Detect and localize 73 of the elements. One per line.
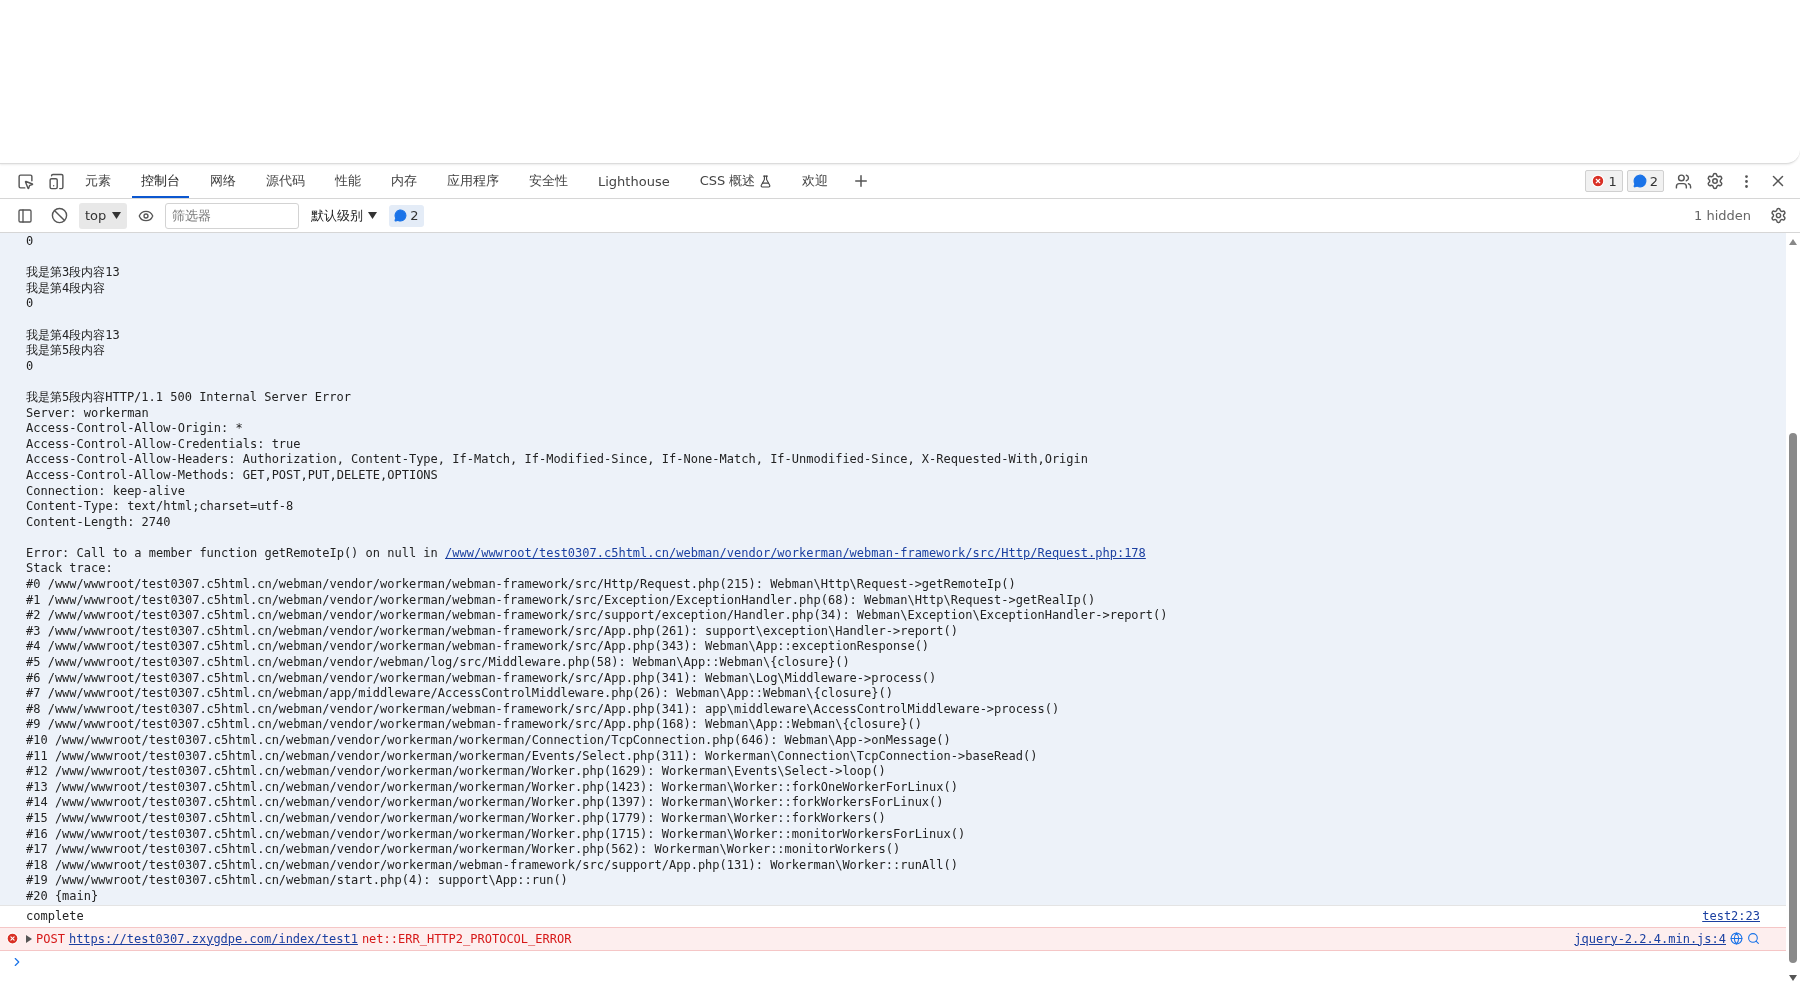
caret-icon xyxy=(368,212,378,219)
message-icon xyxy=(1632,174,1647,188)
log-line: #4 /www/wwwroot/test0307.c5html.cn/webman/vendor/workerman/webman-framework/src/App.php(343): Webman\App::exceptionResponse() xyxy=(26,639,931,656)
log-line: #0 /www/wwwroot/test0307.c5html.cn/webman/vendor/workerman/webman-framework/src/Http/Request.php(215): Webman\Http\Request->getRemoteIp() xyxy=(26,577,1017,593)
devtools-tab[interactable]: 源代码 xyxy=(257,164,314,198)
error-count-button[interactable]: 1 xyxy=(1585,170,1623,192)
log-line: 我是第4段内容 xyxy=(26,280,107,297)
log-line: Access-Control-Allow-Methods: GET,POST,PUT,DELETE,OPTIONS xyxy=(26,467,439,484)
log-line: #18 /www/wwwroot/test0307.c5html.cn/webman/vendor/workerman/webman-framework/src/support/App.php(131): Workerman\Worker::runAll() xyxy=(26,857,959,874)
log-line: #9 /www/wwwroot/test0307.c5html.cn/webman/vendor/workerman/webman-framework/src/App.php(168): Webman\App::Webman\{closure}() xyxy=(26,717,923,733)
log-line: Stack trace: xyxy=(26,561,114,578)
devtools-tab[interactable]: 元素 xyxy=(76,164,120,198)
caret-icon xyxy=(112,212,122,219)
devtools-tab[interactable]: 性能 xyxy=(326,164,370,198)
search-icon[interactable] xyxy=(1747,932,1760,946)
devtools-tab[interactable]: CSS 概述 xyxy=(690,164,782,198)
log-line: #20 {main} xyxy=(26,888,100,905)
message-text: complete xyxy=(26,909,84,924)
log-line: Error: Call to a member function getRemoteIp() on null in xyxy=(26,545,439,560)
log-line: Content-Length: 2740 xyxy=(26,514,172,531)
log-line: #19 /www/wwwroot/test0307.c5html.cn/webman/start.php(4): support\App::run() xyxy=(26,873,569,889)
log-line: Content-Type: text/html;charset=utf-8 xyxy=(26,499,295,515)
request-url-link[interactable]: https://test0307.zxygdpe.com/index/test1 xyxy=(68,931,358,946)
log-line: #15 /www/wwwroot/test0307.c5html.cn/webman/vendor/workerman/workerman/Worker.php(1779): Workerman\Worker::forkWorkers() xyxy=(26,810,887,827)
devtools-tab[interactable]: 控制台 xyxy=(132,164,189,198)
log-line: 0 xyxy=(26,296,35,312)
message-count-badge[interactable]: 2 xyxy=(389,204,424,227)
log-line: #17 /www/wwwroot/test0307.c5html.cn/webman/vendor/workerman/workerman/Worker.php(562): Workerman\Worker::monitorWorkers() xyxy=(26,842,902,858)
log-line: 0 xyxy=(26,234,35,250)
log-line: #3 /www/wwwroot/test0307.c5html.cn/webman/vendor/workerman/webman-framework/src/App.php(261): support\exception\Handler->report() xyxy=(26,623,959,640)
log-line: #10 /www/wwwroot/test0307.c5html.cn/webman/vendor/workerman/workerman/Connection/TcpConnection.php(646): Webman\App->onMessage() xyxy=(26,733,952,749)
error-icon xyxy=(6,932,19,946)
log-line: #5 /www/wwwroot/test0307.c5html.cn/webman/vendor/webman/log/src/Middleware.php(58): Webman\App::Webman\{closure}() xyxy=(26,655,851,671)
devtools-tab[interactable]: Lighthouse xyxy=(589,164,679,198)
log-line: Access-Control-Allow-Credentials: true xyxy=(26,436,302,453)
log-line: Access-Control-Allow-Headers: Authorization, Content-Type, If-Match, If-Modified-Since, If-None-Match, If-Unmodified-Since, X-Requested-With,Origin xyxy=(26,452,1090,468)
log-line: #2 /www/wwwroot/test0307.c5html.cn/webman/vendor/workerman/webman-framework/src/support/exception/Handler.php(34): Webman\Exception\ExceptionHandler->report() xyxy=(26,608,1169,624)
network-icon[interactable] xyxy=(1730,932,1743,946)
log-line: #13 /www/wwwroot/test0307.c5html.cn/webman/vendor/workerman/workerman/Worker.php(1423): Workerman\Worker::forkOneWorkerForLinux() xyxy=(26,779,959,796)
request-method: POST xyxy=(36,931,65,946)
source-link[interactable]: jquery-2.2.4.min.js:4 xyxy=(1574,931,1726,946)
error-icon xyxy=(1591,174,1606,188)
log-line: 0 xyxy=(26,358,35,375)
log-line: Connection: keep-alive xyxy=(26,483,186,500)
message-count-button[interactable]: 2 xyxy=(1626,170,1664,192)
log-line: Access-Control-Allow-Origin: * xyxy=(26,421,244,437)
devtools-tab[interactable]: 欢迎 xyxy=(793,164,838,198)
log-line: #7 /www/wwwroot/test0307.c5html.cn/webman/app/middleware/AccessControlMiddleware.php(26): Webman\App::Webman\{closure}() xyxy=(26,686,894,702)
log-line: 我是第4段内容13 xyxy=(26,327,121,344)
log-line: 我是第5段内容 xyxy=(26,343,107,359)
log-line: Server: workerman xyxy=(26,405,150,422)
devtools-tab[interactable]: 安全性 xyxy=(520,164,577,198)
log-line: #12 /www/wwwroot/test0307.c5html.cn/webman/vendor/workerman/workerman/Worker.php(1629): Workerman\Events\Select->loop() xyxy=(26,764,887,780)
filter-field[interactable]: 筛选器 xyxy=(165,202,300,229)
log-line: #1 /www/wwwroot/test0307.c5html.cn/webman/vendor/workerman/webman-framework/src/Exception/ExceptionHandler.php(68): Webman\Http\Request->getRealIp() xyxy=(26,592,1097,609)
devtools-tab[interactable]: 网络 xyxy=(201,164,245,198)
log-line: 我是第5段内容HTTP/1.1 500 Internal Server Error xyxy=(26,389,352,406)
source-link[interactable]: test2:23 xyxy=(1702,909,1760,924)
log-line: #6 /www/wwwroot/test0307.c5html.cn/webman/vendor/workerman/webman-framework/src/App.php(341): Webman\Log\Middleware->process() xyxy=(26,670,938,687)
devtools-tab[interactable]: 应用程序 xyxy=(438,164,508,198)
message-text: net::ERR_HTTP2_PROTOCOL_ERROR xyxy=(361,931,572,946)
log-line: 我是第3段内容13 xyxy=(26,265,121,281)
file-link[interactable]: /www/wwwroot/test0307.c5html.cn/webman/vendor/workerman/webman-framework/src/Http/Request.php:178 xyxy=(445,545,1146,560)
message-icon xyxy=(394,209,408,222)
context-dropdown[interactable]: top xyxy=(79,202,128,229)
log-line: #14 /www/wwwroot/test0307.c5html.cn/webman/vendor/workerman/workerman/Worker.php(1397): Workerman\Worker::forkWorkersForLinux() xyxy=(26,795,945,811)
log-levels-dropdown[interactable]: 默认级别 xyxy=(303,206,386,225)
devtools-tab[interactable]: 内存 xyxy=(382,164,426,198)
hidden-count: 1 hidden xyxy=(1694,208,1751,223)
log-line: #8 /www/wwwroot/test0307.c5html.cn/webman/vendor/workerman/webman-framework/src/App.php(341): app\middleware\AccessControlMiddleware->process() xyxy=(26,701,1061,718)
log-line: #11 /www/wwwroot/test0307.c5html.cn/webman/vendor/workerman/workerman/Events/Select.php(311): Workerman\Connection\TcpConnection->baseRead() xyxy=(26,748,1039,765)
expand-icon[interactable] xyxy=(26,934,32,943)
log-line: #16 /www/wwwroot/test0307.c5html.cn/webman/vendor/workerman/workerman/Worker.php(1715): Workerman\Worker::monitorWorkersForLinux() xyxy=(26,826,967,843)
